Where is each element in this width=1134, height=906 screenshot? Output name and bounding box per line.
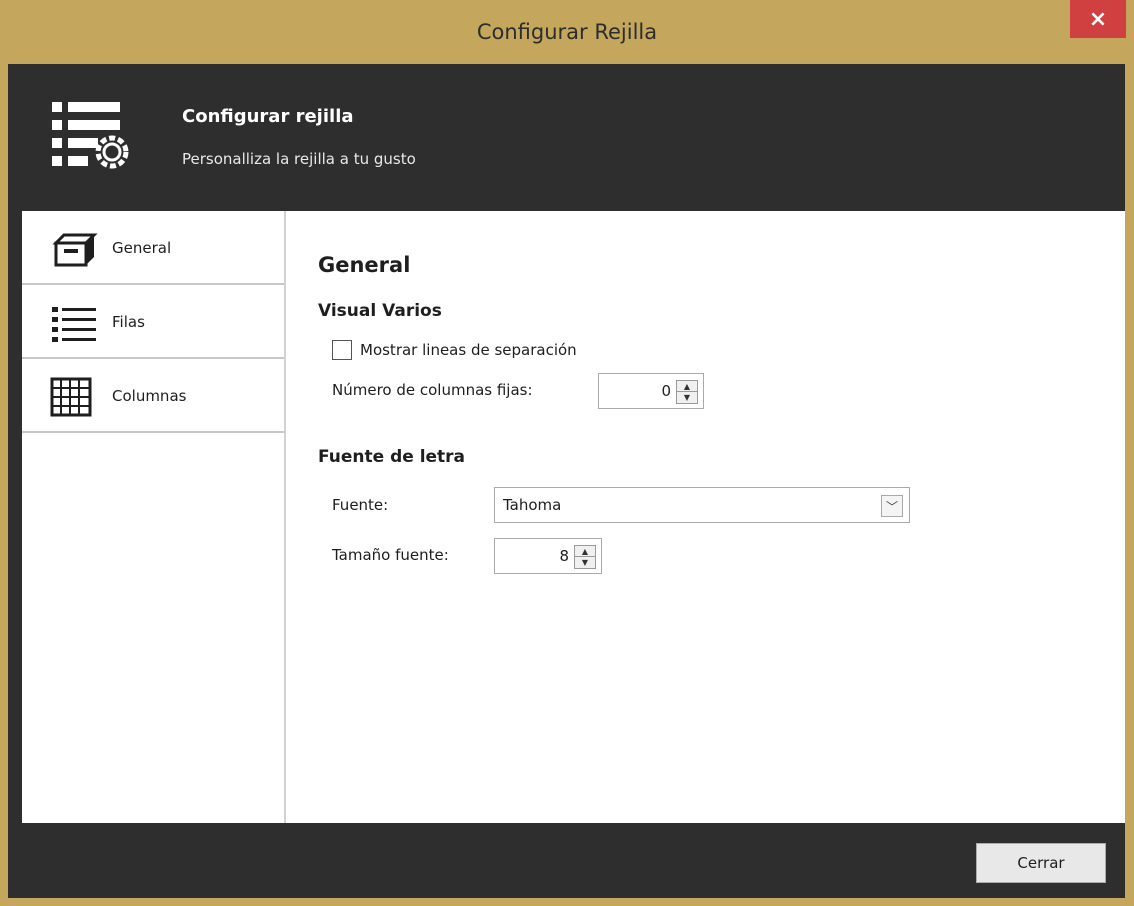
stepper-down-icon[interactable]: ▼ [575, 557, 595, 568]
separator-lines-checkbox[interactable] [332, 340, 352, 360]
panel-title: General [318, 253, 411, 277]
font-select-value: Tahoma [503, 496, 562, 514]
header-subtitle: Personalliza la rejilla a tu gusto [182, 150, 416, 168]
box-icon [52, 233, 98, 267]
footer-bar: Cerrar [8, 823, 1125, 898]
fixed-columns-value: 0 [661, 382, 671, 400]
settings-panel: General Visual Varios Mostrar lineas de … [288, 211, 1125, 823]
dialog-window: Configurar Rejilla × Configurar rejilla [0, 0, 1134, 906]
sidebar-item-columnas[interactable]: Columnas [22, 359, 284, 433]
header-banner: Configurar rejilla Personalliza la rejil… [8, 64, 1125, 211]
close-icon: × [1088, 6, 1108, 32]
sidebar: General Filas Columnas [22, 211, 286, 823]
stepper-down-icon[interactable]: ▼ [677, 392, 697, 403]
font-label: Fuente: [332, 496, 389, 514]
font-size-stepper[interactable]: 8 ▲ ▼ [494, 538, 602, 574]
sidebar-item-filas[interactable]: Filas [22, 285, 284, 359]
stepper-arrows: ▲ ▼ [574, 545, 596, 569]
stepper-arrows: ▲ ▼ [676, 380, 698, 404]
font-size-value: 8 [559, 547, 569, 565]
dialog-frame: Configurar rejilla Personalliza la rejil… [8, 64, 1125, 898]
fixed-columns-label: Número de columnas fijas: [332, 381, 533, 399]
close-window-button[interactable]: × [1070, 0, 1126, 38]
section-heading-font: Fuente de letra [318, 447, 466, 467]
grid-settings-icon [52, 102, 129, 169]
title-bar[interactable]: Configurar Rejilla × [0, 0, 1134, 64]
sidebar-item-label: Filas [112, 313, 145, 331]
grid-icon [50, 377, 92, 417]
sidebar-item-label: Columnas [112, 387, 187, 405]
stepper-up-icon[interactable]: ▲ [677, 381, 697, 392]
fixed-columns-stepper[interactable]: 0 ▲ ▼ [598, 373, 704, 409]
close-button[interactable]: Cerrar [976, 843, 1106, 883]
sidebar-item-general[interactable]: General [22, 211, 284, 285]
window-title: Configurar Rejilla [476, 20, 658, 44]
stepper-up-icon[interactable]: ▲ [575, 546, 595, 557]
list-icon [52, 307, 96, 342]
separator-lines-label: Mostrar lineas de separación [360, 341, 577, 359]
chevron-down-icon[interactable]: ﹀ [881, 495, 903, 517]
header-title: Configurar rejilla [182, 106, 354, 127]
font-size-label: Tamaño fuente: [332, 546, 449, 564]
font-select[interactable]: Tahoma ﹀ [494, 487, 910, 523]
section-heading-visual: Visual Varios [318, 301, 442, 321]
separator-lines-option[interactable]: Mostrar lineas de separación [332, 339, 577, 361]
sidebar-item-label: General [112, 239, 172, 257]
content-area: General Filas Columnas General Visual Va… [22, 211, 1125, 823]
